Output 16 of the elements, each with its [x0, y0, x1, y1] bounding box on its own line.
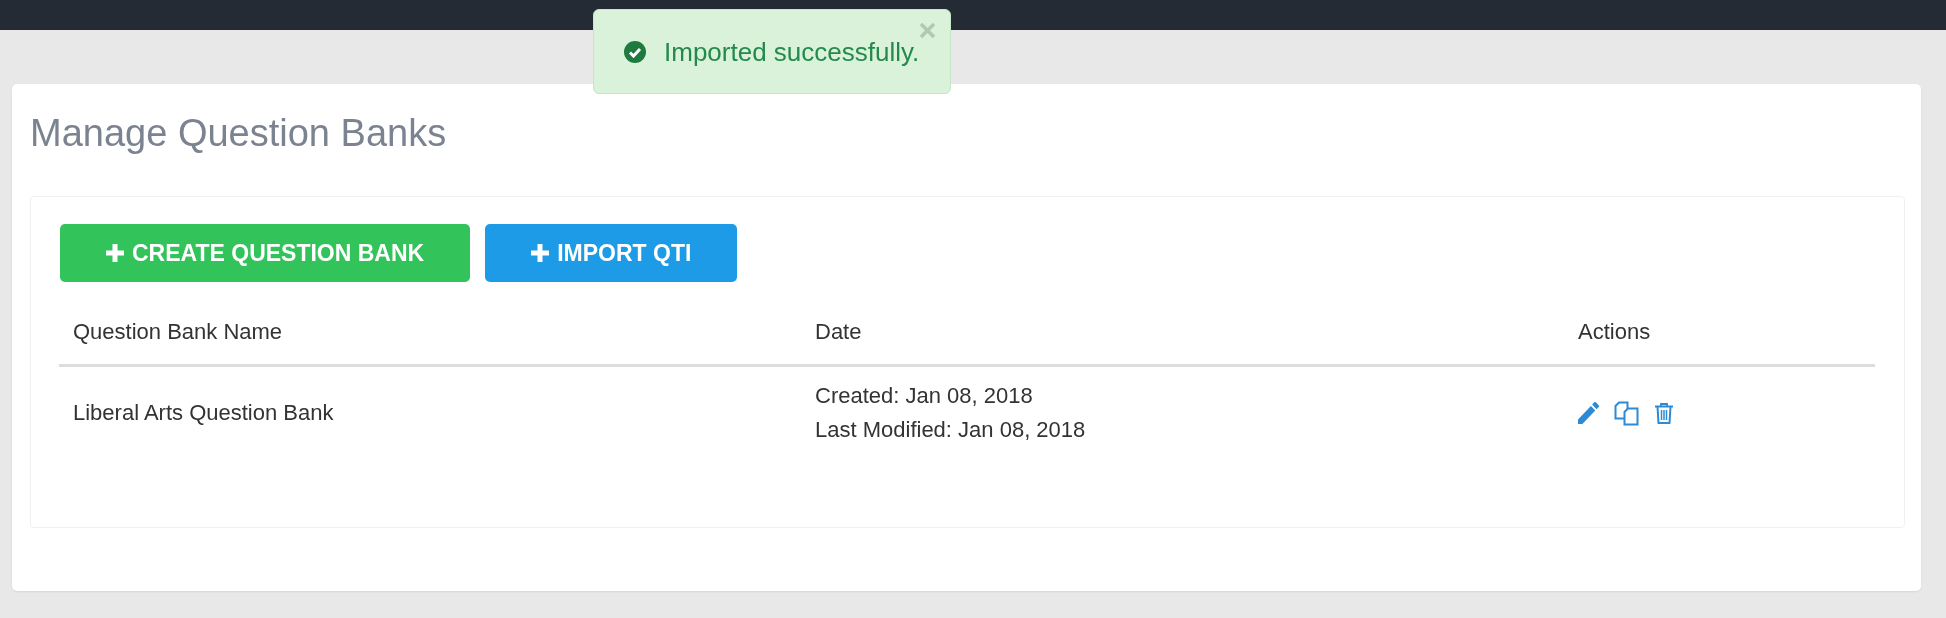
create-button[interactable]: CREATE QUESTION BANK [60, 224, 471, 282]
pencil-icon[interactable] [1578, 402, 1599, 424]
import-button[interactable]: IMPORT QTI [485, 224, 738, 282]
column-header: Question Bank Name [73, 319, 283, 344]
column-header: Actions [1578, 319, 1651, 344]
check-circle-icon [624, 40, 646, 63]
toast-message: Imported successfully. [664, 36, 920, 67]
modified-date: Last Modified: Jan 08, 2018 [815, 416, 1086, 444]
plus-icon [530, 243, 551, 263]
table-cell-text: Liberal Arts Question Bank [73, 399, 334, 427]
plus-icon [105, 243, 125, 263]
column-header: Date [815, 319, 862, 344]
trash-icon[interactable] [1654, 402, 1674, 424]
page-title: Manage Question Banks [30, 111, 447, 155]
created-date: Created: Jan 08, 2018 [815, 382, 1033, 410]
copy-icon[interactable] [1614, 400, 1639, 426]
